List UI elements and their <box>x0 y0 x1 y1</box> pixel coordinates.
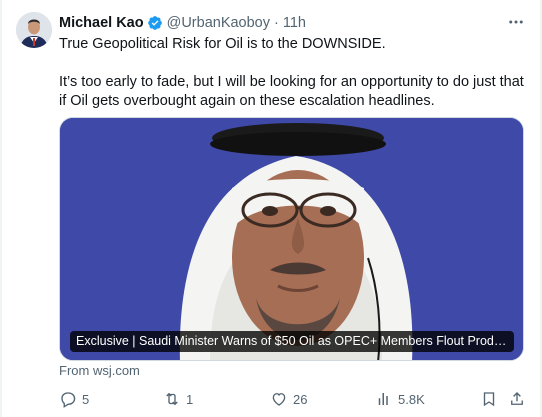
tweet-text-line-2: It’s too early to fade, but I will be lo… <box>59 74 524 109</box>
reply-icon <box>61 392 76 408</box>
repost-icon <box>166 392 178 406</box>
avatar[interactable] <box>16 12 52 48</box>
share-button[interactable] <box>508 388 526 410</box>
views-count: 5.8K <box>398 391 425 407</box>
reply-button[interactable]: 5 <box>59 388 89 410</box>
link-card-image[interactable]: Exclusive | Saudi Minister Warns of $50 … <box>59 117 524 361</box>
separator-dot: · <box>274 15 279 31</box>
author-handle[interactable]: @UrbanKaoboy <box>167 15 270 31</box>
timestamp[interactable]: 11h <box>283 15 306 31</box>
like-button[interactable]: 26 <box>270 388 307 410</box>
more-icon[interactable] <box>502 12 530 32</box>
views-button[interactable]: 5.8K <box>375 388 425 410</box>
like-icon <box>272 393 286 406</box>
verified-badge-icon <box>147 15 163 31</box>
tweet-header: Michael Kao @UrbanKaoboy · 11h <box>59 13 306 33</box>
share-icon <box>511 392 523 405</box>
author-name[interactable]: Michael Kao <box>59 15 144 31</box>
like-count: 26 <box>293 391 308 407</box>
bookmark-button[interactable] <box>480 388 498 410</box>
media-caption: Exclusive | Saudi Minister Warns of $50 … <box>70 331 514 352</box>
portrait-image <box>60 118 523 360</box>
action-bar: 5 1 26 5.8K <box>59 388 529 410</box>
tweet-text-line-1: True Geopolitical Risk for Oil is to the… <box>59 36 386 52</box>
left-border <box>0 0 2 417</box>
repost-button[interactable]: 1 <box>163 388 193 410</box>
repost-count: 1 <box>186 391 194 407</box>
tweet-card[interactable]: Michael Kao @UrbanKaoboy · 11h True Geop… <box>0 0 542 417</box>
bookmark-icon <box>483 392 495 407</box>
link-source[interactable]: From wsj.com <box>59 363 140 378</box>
tweet-text: True Geopolitical Risk for Oil is to the… <box>59 35 529 111</box>
reply-count: 5 <box>82 391 90 407</box>
views-icon <box>378 393 388 405</box>
